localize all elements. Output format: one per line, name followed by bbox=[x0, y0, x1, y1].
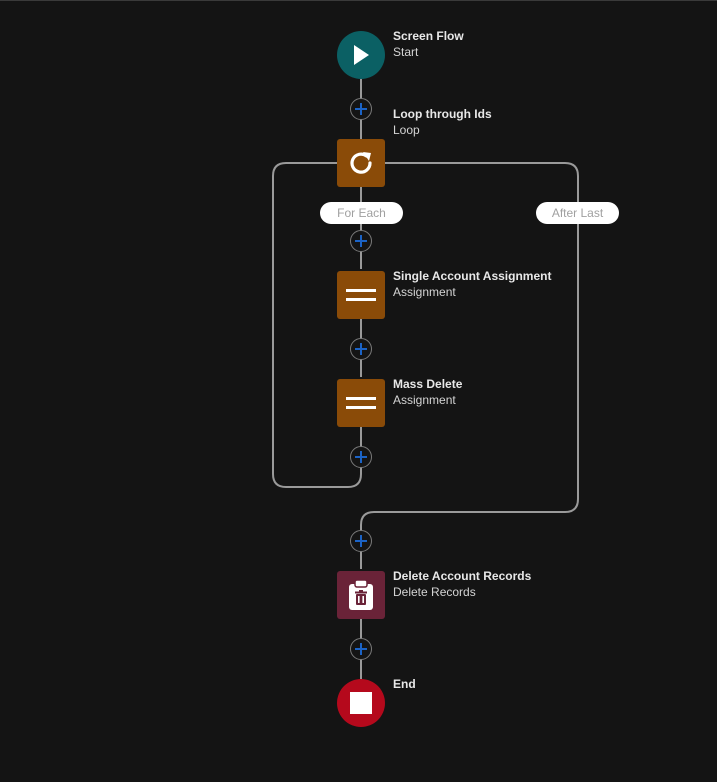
clipboard-delete-icon bbox=[349, 579, 373, 610]
start-node-label: Screen Flow Start bbox=[393, 28, 464, 60]
assign2-node-label: Mass Delete Assignment bbox=[393, 376, 462, 408]
plus-icon bbox=[355, 643, 367, 655]
assign1-node-label: Single Account Assignment Assignment bbox=[393, 268, 551, 300]
add-element-button[interactable] bbox=[350, 338, 372, 360]
add-element-button[interactable] bbox=[350, 230, 372, 252]
plus-icon bbox=[355, 451, 367, 463]
start-title: Screen Flow bbox=[393, 29, 464, 43]
start-node[interactable] bbox=[337, 31, 385, 79]
assign1-title: Single Account Assignment bbox=[393, 269, 552, 283]
for-each-branch-label: For Each bbox=[320, 202, 403, 224]
refresh-icon bbox=[350, 152, 372, 174]
loop-node[interactable] bbox=[337, 139, 385, 187]
add-element-button[interactable] bbox=[350, 98, 372, 120]
start-subtitle: Start bbox=[393, 45, 419, 59]
plus-icon bbox=[355, 535, 367, 547]
assign2-title: Mass Delete bbox=[393, 377, 463, 391]
single-account-assignment-node[interactable] bbox=[337, 271, 385, 319]
delete-title: Delete Account Records bbox=[393, 569, 532, 583]
add-element-button[interactable] bbox=[350, 446, 372, 468]
loop-subtitle: Loop bbox=[393, 123, 420, 137]
delete-subtitle: Delete Records bbox=[393, 585, 476, 599]
plus-icon bbox=[355, 235, 367, 247]
flow-canvas[interactable]: Screen Flow Start Loop through Ids Loop … bbox=[0, 0, 717, 782]
end-node[interactable] bbox=[337, 679, 385, 727]
delete-node-label: Delete Account Records Delete Records bbox=[393, 568, 531, 600]
delete-account-records-node[interactable] bbox=[337, 571, 385, 619]
add-element-button[interactable] bbox=[350, 530, 372, 552]
equals-icon bbox=[346, 397, 376, 409]
assign2-subtitle: Assignment bbox=[393, 393, 456, 407]
play-icon bbox=[354, 45, 369, 65]
end-node-label: End bbox=[393, 676, 416, 692]
after-last-branch-label: After Last bbox=[536, 202, 619, 224]
add-element-button[interactable] bbox=[350, 638, 372, 660]
stop-icon bbox=[350, 692, 372, 714]
loop-node-label: Loop through Ids Loop bbox=[393, 106, 492, 138]
plus-icon bbox=[355, 103, 367, 115]
mass-delete-assignment-node[interactable] bbox=[337, 379, 385, 427]
equals-icon bbox=[346, 289, 376, 301]
plus-icon bbox=[355, 343, 367, 355]
assign1-subtitle: Assignment bbox=[393, 285, 456, 299]
loop-title: Loop through Ids bbox=[393, 107, 492, 121]
end-title: End bbox=[393, 677, 416, 691]
